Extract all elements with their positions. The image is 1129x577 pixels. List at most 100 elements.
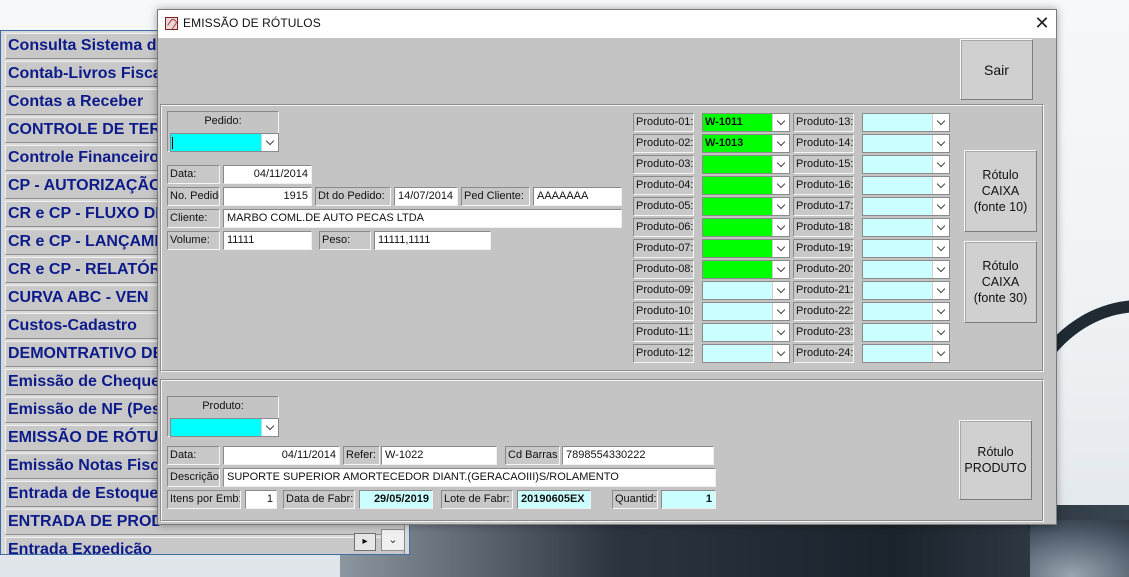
chevron-down-icon[interactable] (772, 198, 789, 215)
chevron-down-icon[interactable] (772, 114, 789, 131)
chevron-down-icon[interactable] (932, 114, 949, 131)
rotulo-caixa-fonte10-button[interactable]: Rótulo CAIXA (fonte 10) (964, 150, 1037, 232)
chevron-down-icon[interactable] (261, 419, 278, 436)
chevron-down-icon[interactable] (932, 345, 949, 362)
produto-slot-select[interactable] (862, 134, 950, 153)
produto-slot-select[interactable] (862, 113, 950, 132)
produto-slot-select[interactable] (862, 197, 950, 216)
produto-slot-select[interactable] (862, 218, 950, 237)
produto-slot-select[interactable]: W-1013 (702, 134, 790, 153)
close-icon[interactable]: ✕ (1028, 10, 1056, 38)
list-dropdown-button[interactable]: ⌄ (381, 529, 405, 551)
produto-slot-select[interactable] (862, 344, 950, 363)
list-scroll-right-button[interactable]: ▸ (354, 533, 376, 551)
produto-slot-select[interactable] (862, 155, 950, 174)
produto-slot-value (863, 261, 932, 278)
chevron-down-icon[interactable] (772, 282, 789, 299)
produto-slot-select[interactable] (702, 239, 790, 258)
pedido-select[interactable] (170, 133, 279, 152)
produto-slot-value (703, 240, 772, 257)
produto-slot-select[interactable] (702, 176, 790, 195)
chevron-down-icon[interactable] (932, 156, 949, 173)
volume-label: Volume: (167, 231, 220, 250)
produto-slot-value (863, 240, 932, 257)
dt-pedido-field[interactable]: 14/07/2014 (394, 187, 458, 206)
produto-select[interactable] (170, 418, 279, 437)
rotulo-caixa-fonte30-button[interactable]: Rótulo CAIXA (fonte 30) (964, 241, 1037, 323)
data-field[interactable]: 04/11/2014 (223, 165, 312, 184)
produto-group: Produto: (167, 396, 279, 437)
chevron-down-icon[interactable] (932, 198, 949, 215)
data-fabr-field[interactable]: 29/05/2019 (359, 490, 433, 509)
produto-slot-select[interactable] (702, 302, 790, 321)
produto-slot-select[interactable] (702, 281, 790, 300)
chevron-down-icon[interactable] (932, 240, 949, 257)
chevron-down-icon[interactable] (772, 177, 789, 194)
itens-por-emb-field[interactable]: 1 (245, 490, 277, 509)
lote-fabr-label: Lote de Fabr: (441, 490, 513, 509)
produto-data-field[interactable]: 04/11/2014 (223, 446, 340, 465)
produto-slot-select[interactable] (862, 176, 950, 195)
produto-slot-select[interactable] (862, 323, 950, 342)
refer-field[interactable]: W-1022 (381, 446, 497, 465)
chevron-down-icon[interactable] (772, 324, 789, 341)
produto-slot-select[interactable] (862, 302, 950, 321)
produto-slot-select[interactable] (862, 260, 950, 279)
peso-field[interactable]: 11111,1111 (374, 231, 491, 250)
cd-barras-field[interactable]: 7898554330222 (562, 446, 714, 465)
rotulo-produto-button[interactable]: Rótulo PRODUTO (959, 420, 1032, 500)
produto-slot-label: Produto-07: (633, 239, 694, 258)
produto-slot-value (703, 261, 772, 278)
produto-slot-label: Produto-20: (793, 260, 854, 279)
chevron-down-icon[interactable] (932, 219, 949, 236)
quantid-field[interactable]: 1 (661, 490, 716, 509)
chevron-down-icon[interactable] (772, 261, 789, 278)
emissao-rotulos-dialog: EMISSÃO DE RÓTULOS ✕ Sair Pedido: Data: … (157, 9, 1057, 525)
chevron-down-icon[interactable] (261, 134, 278, 151)
chevron-down-icon[interactable] (772, 345, 789, 362)
produto-slot-select[interactable]: W-1011 (702, 113, 790, 132)
chevron-down-icon[interactable] (932, 177, 949, 194)
ped-cliente-field[interactable]: AAAAAAA (533, 187, 622, 206)
produto-slot-label: Produto-16: (793, 176, 854, 195)
chevron-down-icon[interactable] (772, 240, 789, 257)
chevron-down-icon[interactable] (772, 303, 789, 320)
produto-slot-label: Produto-05: (633, 197, 694, 216)
chevron-down-icon[interactable] (772, 219, 789, 236)
produto-slot-select[interactable] (702, 155, 790, 174)
produto-slot-label: Produto-13: (793, 113, 854, 132)
cliente-field[interactable]: MARBO COML.DE AUTO PECAS LTDA (223, 209, 622, 228)
data-fabr-label: Data de Fabr: (283, 490, 355, 509)
volume-field[interactable]: 11111 (223, 231, 312, 250)
list-item[interactable]: Entrada Expedição (5, 537, 405, 554)
chevron-down-icon[interactable] (932, 135, 949, 152)
no-pedido-field[interactable]: 1915 (223, 187, 312, 206)
produto-slot-select[interactable] (702, 323, 790, 342)
produto-slot-label: Produto-14: (793, 134, 854, 153)
chevron-down-icon[interactable] (932, 282, 949, 299)
title-bar[interactable]: EMISSÃO DE RÓTULOS ✕ (158, 10, 1056, 38)
produto-slot-select[interactable] (862, 239, 950, 258)
produto-slot-label: Produto-23: (793, 323, 854, 342)
produto-slot-select[interactable] (702, 344, 790, 363)
produto-slot-label: Produto-08: (633, 260, 694, 279)
produto-slot-value (863, 114, 932, 131)
chevron-down-icon[interactable] (772, 135, 789, 152)
produto-slot-select[interactable] (862, 281, 950, 300)
produto-slot-select[interactable] (702, 197, 790, 216)
cd-barras-label: Cd Barras (505, 446, 560, 465)
sair-button[interactable]: Sair (960, 39, 1033, 100)
chevron-down-icon[interactable] (932, 303, 949, 320)
produto-slot-select[interactable] (702, 260, 790, 279)
produto-slot-label: Produto-19: (793, 239, 854, 258)
lote-fabr-field[interactable]: 20190605EX (517, 490, 591, 509)
app-icon (165, 17, 178, 30)
chevron-down-icon[interactable] (932, 324, 949, 341)
no-pedido-label: No. Pedido (167, 187, 220, 206)
chevron-down-icon[interactable] (772, 156, 789, 173)
chevron-down-icon[interactable] (932, 261, 949, 278)
descricao-field[interactable]: SUPORTE SUPERIOR AMORTECEDOR DIANT.(GERA… (223, 468, 716, 487)
produto-slot-value (863, 303, 932, 320)
ped-cliente-label: Ped Cliente: (461, 187, 530, 206)
produto-slot-select[interactable] (702, 218, 790, 237)
